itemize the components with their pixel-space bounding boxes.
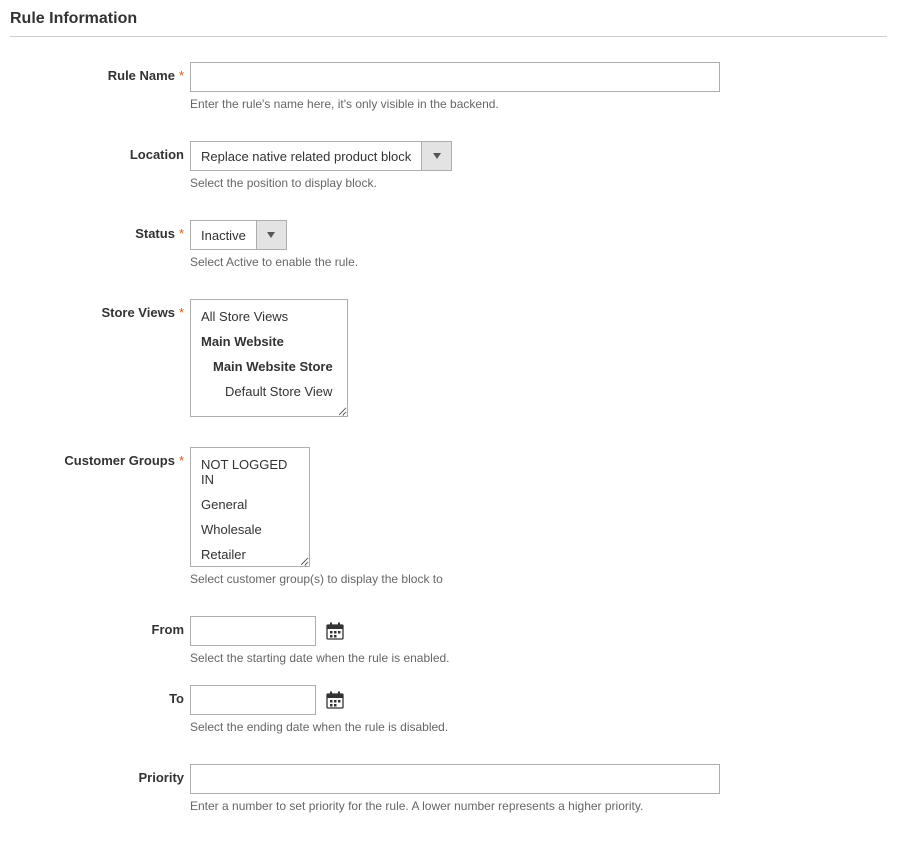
location-hint: Select the position to display block. [190, 176, 887, 190]
store-view-option[interactable]: All Store Views [191, 304, 347, 329]
customer-group-option[interactable]: NOT LOGGED IN [191, 452, 309, 492]
label-text: Location [130, 147, 184, 162]
location-label: Location [10, 141, 190, 162]
customer-groups-label: Customer Groups * [10, 447, 190, 468]
label-text: Priority [138, 770, 184, 785]
rule-name-hint: Enter the rule's name here, it's only vi… [190, 97, 720, 111]
status-select[interactable]: Inactive [190, 220, 287, 250]
required-asterisk: * [179, 68, 184, 83]
status-hint: Select Active to enable the rule. [190, 255, 887, 269]
store-views-label: Store Views * [10, 299, 190, 320]
rule-name-input[interactable] [190, 62, 720, 92]
status-selected: Inactive [191, 221, 256, 249]
customer-group-option[interactable]: Retailer [191, 542, 309, 567]
section-title: Rule Information [10, 10, 887, 37]
from-label: From [10, 616, 190, 637]
store-views-multiselect[interactable]: All Store Views Main Website Main Websit… [190, 299, 348, 417]
store-view-option[interactable]: Main Website Store [191, 354, 347, 379]
to-hint: Select the ending date when the rule is … [190, 720, 887, 734]
from-hint: Select the starting date when the rule i… [190, 651, 887, 665]
label-text: From [152, 622, 185, 637]
rule-name-label: Rule Name * [10, 62, 190, 83]
from-date-input[interactable] [190, 616, 316, 646]
required-asterisk: * [179, 226, 184, 241]
to-label: To [10, 685, 190, 706]
chevron-down-icon [421, 142, 451, 170]
store-view-option[interactable]: Default Store View [191, 379, 347, 404]
customer-group-option[interactable]: Wholesale [191, 517, 309, 542]
required-asterisk: * [179, 305, 184, 320]
priority-input[interactable] [190, 764, 720, 794]
priority-label: Priority [10, 764, 190, 785]
location-selected: Replace native related product block [191, 142, 421, 170]
priority-hint: Enter a number to set priority for the r… [190, 799, 720, 813]
customer-group-option[interactable]: General [191, 492, 309, 517]
calendar-icon[interactable] [326, 622, 344, 640]
label-text: Status [135, 226, 175, 241]
label-text: Rule Name [108, 68, 175, 83]
chevron-down-icon [256, 221, 286, 249]
store-view-option[interactable]: Main Website [191, 329, 347, 354]
resize-handle-icon [298, 555, 308, 565]
customer-groups-hint: Select customer group(s) to display the … [190, 572, 887, 586]
label-text: Customer Groups [64, 453, 175, 468]
required-asterisk: * [179, 453, 184, 468]
label-text: To [169, 691, 184, 706]
label-text: Store Views [101, 305, 174, 320]
to-date-input[interactable] [190, 685, 316, 715]
location-select[interactable]: Replace native related product block [190, 141, 452, 171]
status-label: Status * [10, 220, 190, 241]
calendar-icon[interactable] [326, 691, 344, 709]
resize-handle-icon [336, 405, 346, 415]
customer-groups-multiselect[interactable]: NOT LOGGED IN General Wholesale Retailer [190, 447, 310, 567]
